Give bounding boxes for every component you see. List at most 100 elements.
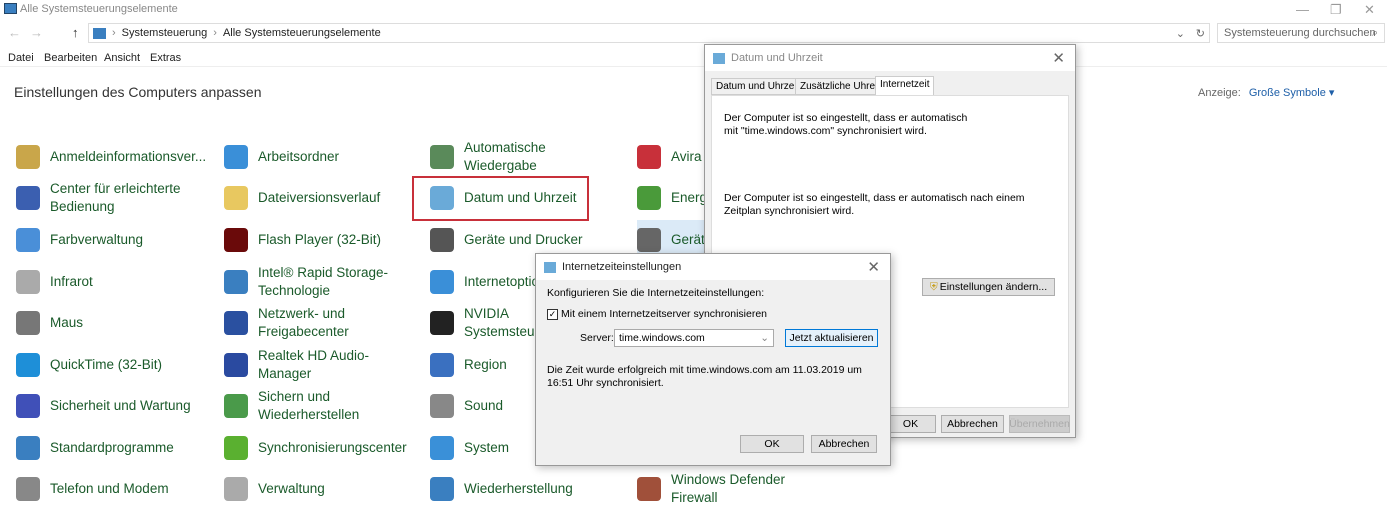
menu-bearbeiten[interactable]: Bearbeiten: [44, 52, 97, 64]
control-panel-icon: [93, 27, 106, 39]
view-dropdown[interactable]: Große Symbole ▾: [1249, 87, 1335, 99]
sync-checkbox-row[interactable]: ✓ Mit einem Internetzeitserver synchroni…: [547, 308, 767, 321]
cancel-button[interactable]: Abbrechen: [941, 415, 1004, 433]
item-icon: [16, 145, 40, 169]
ok-button[interactable]: OK: [740, 435, 804, 453]
item-icon: [430, 394, 454, 418]
dialog-titlebar: Internetzeiteinstellungen: [536, 254, 890, 280]
internet-time-dialog: Internetzeiteinstellungen ✕ Konfiguriere…: [535, 253, 891, 466]
control-panel-item[interactable]: Dateiversionsverlauf: [224, 178, 424, 218]
menu-ansicht[interactable]: Ansicht: [104, 52, 140, 64]
server-combobox[interactable]: time.windows.com ⌄: [614, 329, 774, 347]
control-panel-item[interactable]: Infrarot: [16, 262, 216, 302]
item-icon: [224, 394, 248, 418]
change-settings-button[interactable]: ⛨ Einstellungen ändern...: [922, 278, 1055, 296]
item-icon: [16, 228, 40, 252]
cancel-button[interactable]: Abbrechen: [811, 435, 877, 453]
control-panel-item[interactable]: Farbverwaltung: [16, 220, 216, 260]
sync-info-text: Der Computer ist so eingestellt, dass er…: [724, 112, 968, 137]
window-title: Alle Systemsteuerungselemente: [20, 3, 178, 15]
control-panel-item[interactable]: Flash Player (32-Bit): [224, 220, 424, 260]
item-label: Wiederherstellung: [464, 481, 573, 496]
item-icon: [16, 270, 40, 294]
tab-internetzeit[interactable]: Internetzeit: [875, 76, 935, 96]
item-label: Farbverwaltung: [50, 232, 144, 247]
control-panel-item[interactable]: Automatische Wiedergabe: [430, 137, 630, 177]
sync-label: Mit einem Internetzeitserver synchronisi…: [561, 308, 768, 320]
view-selector[interactable]: Anzeige: Große Symbole ▾: [1198, 86, 1334, 99]
control-panel-item[interactable]: Wiederherstellung: [430, 469, 630, 509]
item-label: Standardprogramme: [50, 440, 174, 455]
item-label: Maus: [50, 315, 84, 330]
tab-datum-und-uhrzeit[interactable]: Datum und Uhrzeit: [711, 78, 805, 95]
item-label: QuickTime (32-Bit): [50, 357, 163, 372]
close-icon[interactable]: ✕: [1052, 49, 1065, 67]
status-text: Die Zeit wurde erfolgreich mit time.wind…: [547, 364, 862, 389]
control-panel-item[interactable]: QuickTime (32-Bit): [16, 345, 216, 385]
control-panel-item[interactable]: Sicherheit und Wartung: [16, 386, 216, 426]
breadcrumb-alle[interactable]: Alle Systemsteuerungselemente: [223, 27, 381, 39]
control-panel-item[interactable]: Intel® Rapid Storage-Technologie: [224, 262, 424, 302]
change-settings-label: Einstellungen ändern...: [939, 281, 1048, 293]
control-panel-item[interactable]: Realtek HD Audio-Manager: [224, 345, 424, 385]
page-title: Einstellungen des Computers anpassen: [14, 84, 262, 100]
chevron-down-icon[interactable]: ⌄: [760, 332, 769, 345]
tab-zusaetzliche-uhren[interactable]: Zusätzliche Uhren: [795, 78, 886, 95]
apply-button[interactable]: Übernehmen: [1009, 415, 1070, 433]
item-label: Realtek HD Audio-Manager: [258, 348, 370, 381]
breadcrumb-separator: ›: [213, 27, 217, 39]
item-icon: [430, 270, 454, 294]
menu-extras[interactable]: Extras: [150, 52, 181, 64]
breadcrumb-separator: ›: [112, 27, 116, 39]
back-button[interactable]: ←: [8, 25, 21, 40]
control-panel-item[interactable]: Center für erleichterte Bedienung: [16, 178, 216, 218]
item-label: Sicherheit und Wartung: [50, 398, 191, 413]
control-panel-item[interactable]: Verwaltung: [224, 469, 424, 509]
item-label: Center für erleichterte Bedienung: [50, 181, 181, 214]
control-panel-item[interactable]: Windows Defender Firewall: [637, 469, 837, 509]
control-panel-item[interactable]: Synchronisierungscenter: [224, 428, 424, 468]
ok-button[interactable]: OK: [885, 415, 936, 433]
sync-checkbox[interactable]: ✓: [547, 309, 558, 320]
control-panel-item[interactable]: Telefon und Modem: [16, 469, 216, 509]
address-bar[interactable]: › Systemsteuerung › Alle Systemsteuerung…: [88, 23, 1210, 43]
address-dropdown-icon[interactable]: ⌄: [1176, 27, 1185, 40]
control-panel-item[interactable]: Anmeldeinformationsver...: [16, 137, 216, 177]
menu-datei[interactable]: Datei: [8, 52, 34, 64]
item-icon: [637, 477, 661, 501]
view-label: Anzeige:: [1198, 87, 1241, 99]
item-icon: [224, 477, 248, 501]
control-panel-item[interactable]: Sichern und Wiederherstellen: [224, 386, 424, 426]
dialog-title: Internetzeiteinstellungen: [562, 261, 682, 273]
item-icon: [224, 270, 248, 294]
item-icon: [224, 145, 248, 169]
item-icon: [16, 394, 40, 418]
server-value: time.windows.com: [619, 332, 705, 344]
schedule-info-text: Der Computer ist so eingestellt, dass er…: [724, 192, 1025, 217]
close-button[interactable]: ✕: [1364, 2, 1375, 18]
item-icon: [430, 311, 454, 335]
up-button[interactable]: ↑: [72, 25, 79, 40]
control-panel-item[interactable]: Netzwerk- und Freigabecenter: [224, 303, 424, 343]
forward-button[interactable]: →: [30, 25, 43, 40]
update-now-button[interactable]: Jetzt aktualisieren: [785, 329, 878, 347]
divider: [0, 66, 1387, 67]
item-label: Arbeitsordner: [258, 149, 340, 164]
refresh-icon[interactable]: ↻: [1196, 27, 1205, 40]
item-label: Windows Defender Firewall: [671, 472, 786, 505]
control-panel-item[interactable]: Standardprogramme: [16, 428, 216, 468]
breadcrumb-systemsteuerung[interactable]: Systemsteuerung: [122, 27, 208, 39]
restore-button[interactable]: ❐: [1330, 2, 1342, 18]
item-label: Automatische Wiedergabe: [464, 140, 546, 173]
minimize-button[interactable]: —: [1296, 2, 1309, 17]
search-input[interactable]: Systemsteuerung durchsuchen ⌕: [1217, 23, 1385, 43]
item-icon: [430, 477, 454, 501]
clock-icon: [544, 261, 556, 273]
item-icon: [224, 436, 248, 460]
item-icon: [224, 353, 248, 377]
control-panel-item[interactable]: Maus: [16, 303, 216, 343]
item-icon: [16, 311, 40, 335]
item-label: Netzwerk- und Freigabecenter: [258, 306, 349, 339]
close-icon[interactable]: ✕: [867, 258, 880, 276]
control-panel-item[interactable]: Arbeitsordner: [224, 137, 424, 177]
